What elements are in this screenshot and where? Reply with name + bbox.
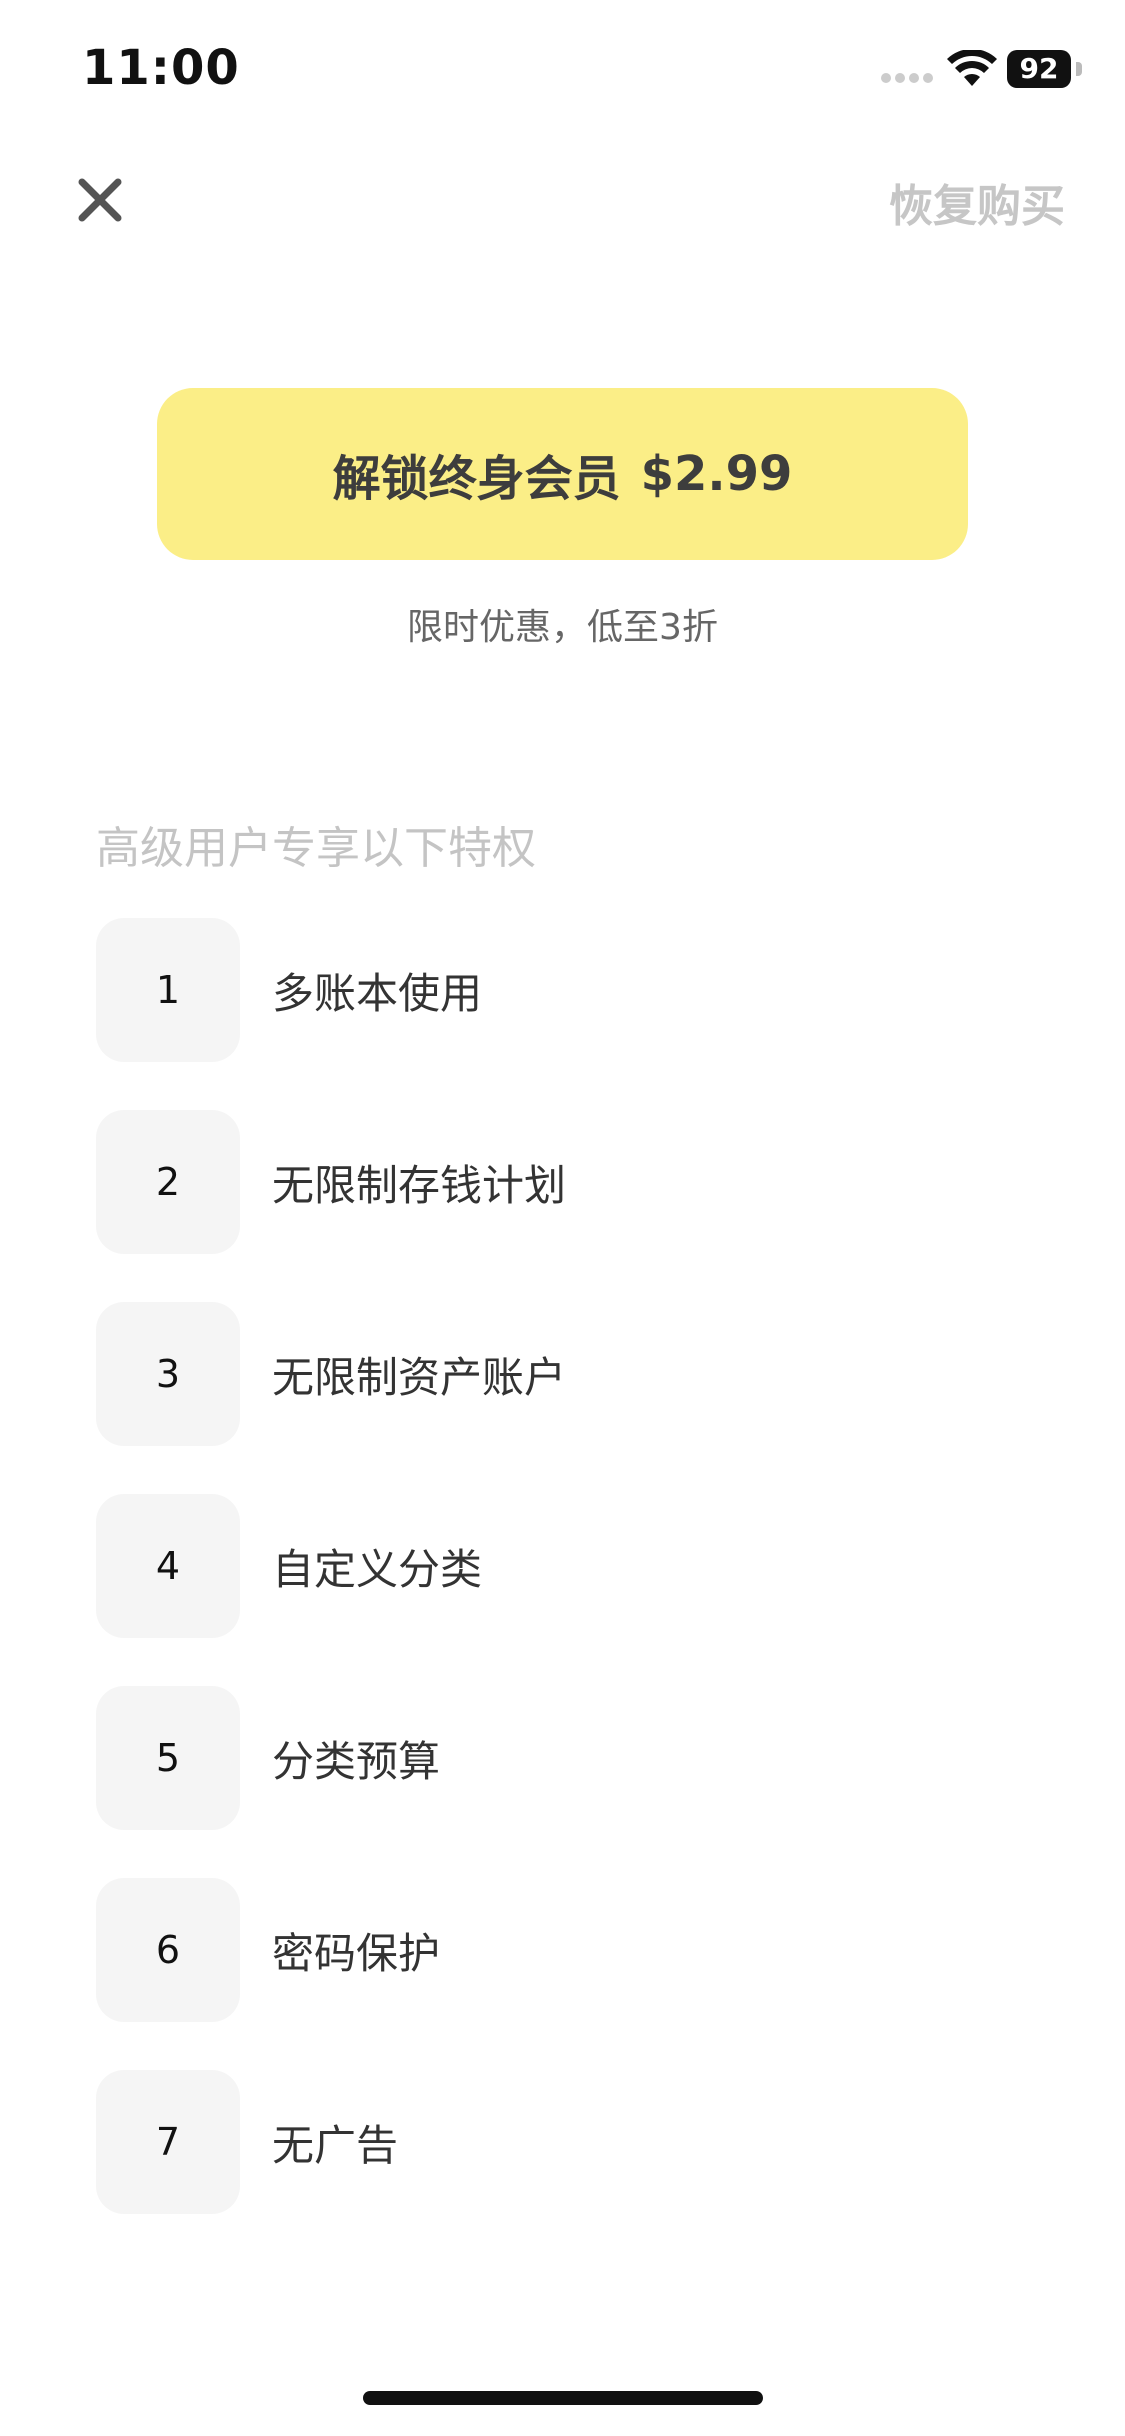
feature-item: 5 分类预算 (96, 1686, 1036, 1830)
feature-label: 多账本使用 (272, 968, 483, 1018)
battery-icon: 92 (1007, 50, 1087, 88)
restore-purchase-button[interactable]: 恢复购买 (889, 170, 1065, 234)
feature-label: 自定义分类 (272, 1544, 483, 1594)
feature-item: 6 密码保护 (96, 1878, 1036, 2022)
feature-item: 7 无广告 (96, 2070, 1036, 2214)
feature-number: 1 (96, 918, 240, 1062)
battery-level: 92 (1019, 52, 1059, 85)
feature-list: 1 多账本使用 2 无限制存钱计划 3 无限制资产账户 4 自定义分类 5 分类… (96, 918, 1036, 2262)
feature-number: 2 (96, 1110, 240, 1254)
feature-item: 1 多账本使用 (96, 918, 1036, 1062)
feature-number: 6 (96, 1878, 240, 2022)
status-time: 11:00 (82, 40, 240, 96)
feature-label: 无广告 (272, 2120, 399, 2170)
feature-item: 2 无限制存钱计划 (96, 1110, 1036, 1254)
unlock-lifetime-button[interactable]: 解锁终身会员 $2.99 (157, 388, 968, 560)
close-icon (78, 178, 122, 222)
feature-item: 3 无限制资产账户 (96, 1302, 1036, 1446)
wifi-icon (947, 50, 997, 86)
feature-label: 分类预算 (272, 1736, 441, 1786)
feature-item: 4 自定义分类 (96, 1494, 1036, 1638)
unlock-price: $2.99 (640, 446, 793, 502)
feature-label: 无限制资产账户 (272, 1352, 567, 1402)
features-heading: 高级用户专享以下特权 (96, 823, 536, 874)
unlock-label: 解锁终身会员 (332, 451, 621, 507)
feature-label: 密码保护 (272, 1928, 441, 1978)
feature-number: 7 (96, 2070, 240, 2214)
feature-number: 4 (96, 1494, 240, 1638)
home-indicator[interactable] (363, 2391, 763, 2405)
feature-label: 无限制存钱计划 (272, 1160, 567, 1210)
status-bar: 11:00 92 (0, 0, 1125, 140)
feature-number: 3 (96, 1302, 240, 1446)
promo-text: 限时优惠，低至3折 (407, 607, 718, 648)
feature-number: 5 (96, 1686, 240, 1830)
cellular-signal-icon (881, 73, 933, 83)
close-button[interactable] (60, 160, 140, 240)
